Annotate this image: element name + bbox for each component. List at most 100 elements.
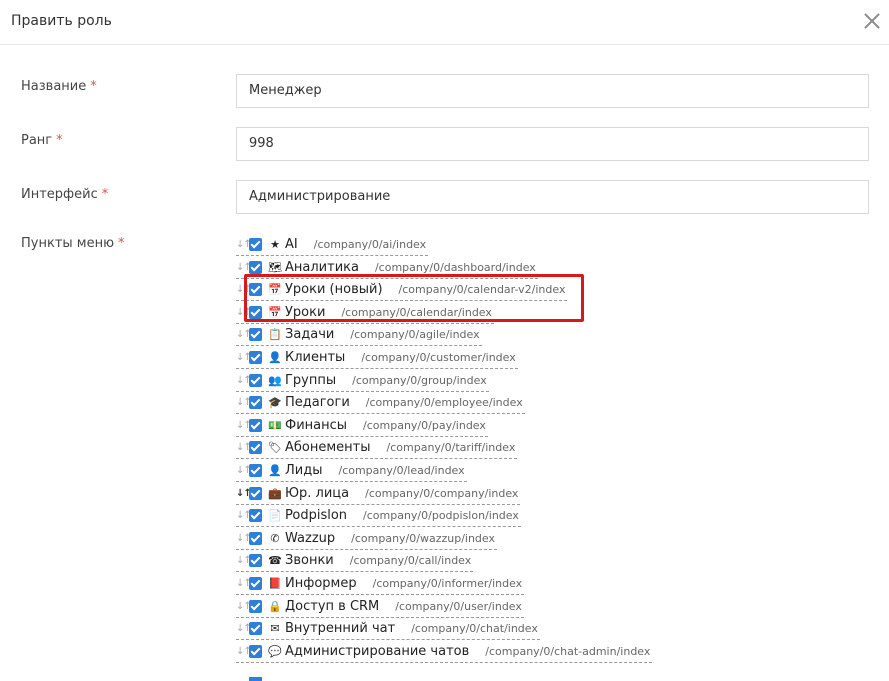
menu-item-row: ↓↑ ✉ Внутренний чат/company/0/chat/index — [236, 618, 540, 640]
sort-handle-icon[interactable]: ↓↑ — [236, 533, 252, 544]
sort-handle-icon[interactable]: ↓↑ — [236, 239, 252, 250]
menu-item-checkbox[interactable] — [249, 622, 262, 635]
sort-handle-icon[interactable]: ↓↑ — [236, 646, 252, 657]
menu-item-label: Wazzup — [285, 531, 336, 546]
menu-item-path: /company/0/informer/index — [372, 577, 523, 590]
menu-item-checkbox[interactable] — [249, 464, 262, 477]
rank-input[interactable]: 998 — [236, 127, 869, 161]
rank-label: Ранг * — [21, 133, 63, 148]
menu-item[interactable]: ↓↑ 👤 Клиенты/company/0/customer/index — [236, 345, 518, 369]
graduation-cap-icon: 🎓 — [268, 396, 282, 409]
menu-item[interactable]: ↓↑ ☎ Звонки/company/0/call/index — [236, 548, 474, 572]
menu-item-checkbox[interactable] — [249, 441, 262, 454]
menu-item[interactable]: ↓↑ 👥 Группы/company/0/group/index — [236, 368, 489, 392]
menu-item-row: ↓↑ 👤 Лиды/company/0/lead/index — [236, 460, 467, 482]
menu-item[interactable]: ↓↑ 📄 Podpislon/company/0/podpislon/index — [236, 503, 521, 527]
lock-icon: 🔒 — [268, 600, 282, 613]
menu-item-checkbox[interactable] — [249, 351, 262, 364]
users-icon: 👥 — [268, 374, 282, 387]
menu-item-checkbox[interactable] — [249, 532, 262, 545]
menu-item[interactable]: ↓↑ 🎓 Педагоги/company/0/employee/index — [236, 390, 525, 414]
required-mark: * — [56, 133, 63, 148]
sort-handle-icon[interactable]: ↓↑ — [236, 397, 252, 408]
menu-item-checkbox[interactable] — [249, 261, 262, 274]
sort-handle-icon[interactable]: ↓↑ — [236, 488, 252, 499]
file-icon: 📄 — [268, 509, 282, 522]
menu-item[interactable]: ↓↑ 🏷 Абонементы/company/0/tariff/index — [236, 435, 518, 459]
menu-item-checkbox[interactable] — [249, 554, 262, 567]
menu-item-checkbox[interactable] — [249, 577, 262, 590]
menu-item-path: /company/0/chat/index — [411, 622, 538, 635]
menu-item-path: /company/0/customer/index — [361, 351, 516, 364]
menu-item-path: /company/0/user/index — [395, 600, 522, 613]
menu-item-checkbox[interactable] — [249, 238, 262, 251]
menu-item-row: ↓↑ 💼 Юр. лица/company/0/company/index — [236, 483, 521, 505]
menu-item[interactable]: ↓↑ ✉ Внутренний чат/company/0/chat/index — [236, 616, 540, 640]
name-input[interactable]: Менеджер — [236, 74, 869, 108]
menu-item[interactable]: ↓↑ ★ AI/company/0/ai/index — [236, 232, 429, 256]
user-icon: 👤 — [268, 351, 282, 364]
menu-item-checkbox[interactable] — [249, 509, 262, 522]
sort-handle-icon[interactable]: ↓↑ — [236, 555, 252, 566]
menu-item-path: /company/0/call/index — [349, 554, 472, 567]
menu-item-row: ↓↑ 🏷 Абонементы/company/0/tariff/index — [236, 437, 518, 459]
menu-item-path: /company/0/tariff/index — [386, 441, 516, 454]
briefcase-icon: 💼 — [268, 487, 282, 500]
name-label-text: Название — [21, 79, 87, 94]
menu-item-path: /company/0/employee/index — [365, 396, 523, 409]
sort-handle-icon[interactable]: ↓↑ — [236, 329, 252, 340]
menu-item-label: Финансы — [285, 418, 348, 433]
menu-item-row: ↓↑ 💵 Финансы/company/0/pay/index — [236, 415, 488, 437]
menu-item-checkbox[interactable] — [249, 396, 262, 409]
sort-handle-icon[interactable]: ↓↑ — [236, 623, 252, 634]
menu-item[interactable]: ↓↑ 👤 Лиды/company/0/lead/index — [236, 458, 467, 482]
required-mark: * — [101, 187, 109, 202]
sort-handle-icon[interactable]: ↓↑ — [236, 262, 252, 273]
close-icon[interactable] — [862, 11, 882, 31]
menu-item[interactable]: ↓↑ 🔒 Доступ в CRM/company/0/user/index — [236, 594, 524, 618]
sort-handle-icon[interactable]: ↓↑ — [236, 352, 252, 363]
menu-item-checkbox[interactable] — [249, 645, 262, 658]
menu-item[interactable]: ↓↑ 💵 Финансы/company/0/pay/index — [236, 413, 488, 437]
menu-item-checkbox[interactable] — [249, 328, 262, 341]
menu-label-text: Пункты меню — [21, 236, 115, 251]
user-plus-icon: 👤 — [268, 464, 282, 477]
sort-handle-icon[interactable]: ↓↑ — [236, 442, 252, 453]
menu-label: Пункты меню * — [21, 236, 125, 251]
sort-handle-icon[interactable]: ↓↑ — [236, 510, 252, 521]
menu-item-checkbox[interactable] — [249, 487, 262, 500]
menu-item-label: Клиенты — [285, 350, 346, 365]
menu-item[interactable]: ↓↑ ✆ Wazzup/company/0/wazzup/index — [236, 526, 497, 550]
menu-item-checkbox[interactable] — [249, 600, 262, 613]
menu-item-row: ↓↑ 🔒 Доступ в CRM/company/0/user/index — [236, 596, 524, 618]
menu-item-label: Внутренний чат — [285, 621, 396, 636]
menu-item-label: Администрирование чатов — [285, 644, 470, 659]
menu-item-label: Педагоги — [285, 395, 350, 410]
money-icon: 💵 — [268, 419, 282, 432]
menu-item-path: /company/0/lead/index — [338, 464, 465, 477]
menu-item-row: ↓↑ 🎓 Педагоги/company/0/employee/index — [236, 392, 525, 414]
interface-label-text: Интерфейс — [21, 187, 98, 202]
menu-item-path: /company/0/chat-admin/index — [485, 645, 651, 658]
menu-item-label: Аналитика — [285, 260, 359, 275]
menu-item-path: /company/0/company/index — [365, 487, 519, 500]
menu-item-row: ↓↑ ✆ Wazzup/company/0/wazzup/index — [236, 528, 497, 550]
menu-item[interactable]: ↓↑ 📕 Информер/company/0/informer/index — [236, 571, 525, 595]
interface-select[interactable]: Администрирование — [236, 180, 869, 214]
sort-handle-icon[interactable]: ↓↑ — [236, 375, 252, 386]
menu-item-label: Абонементы — [285, 440, 371, 455]
sort-handle-icon[interactable]: ↓↑ — [236, 465, 252, 476]
sort-handle-icon[interactable]: ↓↑ — [236, 420, 252, 431]
menu-item[interactable]: ↓↑ 💬 Администрирование чатов/company/0/cha… — [236, 639, 653, 663]
menu-item-path: /company/0/ai/index — [313, 238, 427, 251]
menu-item[interactable]: ↓↑ 💼 Юр. лица/company/0/company/index — [236, 481, 521, 505]
sort-handle-icon[interactable]: ↓↑ — [236, 578, 252, 589]
book-icon: 📕 — [268, 577, 282, 590]
menu-item-checkbox[interactable] — [249, 677, 262, 681]
menu-item-row: ↓↑ 👤 Клиенты/company/0/customer/index — [236, 347, 518, 369]
sort-handle-icon[interactable]: ↓↑ — [236, 601, 252, 612]
menu-item[interactable]: ↓↑ 📋 Задачи/company/0/agile/index — [236, 322, 482, 346]
menu-item-checkbox[interactable] — [249, 419, 262, 432]
menu-item-label: Информер — [285, 576, 357, 591]
menu-item-checkbox[interactable] — [249, 374, 262, 387]
